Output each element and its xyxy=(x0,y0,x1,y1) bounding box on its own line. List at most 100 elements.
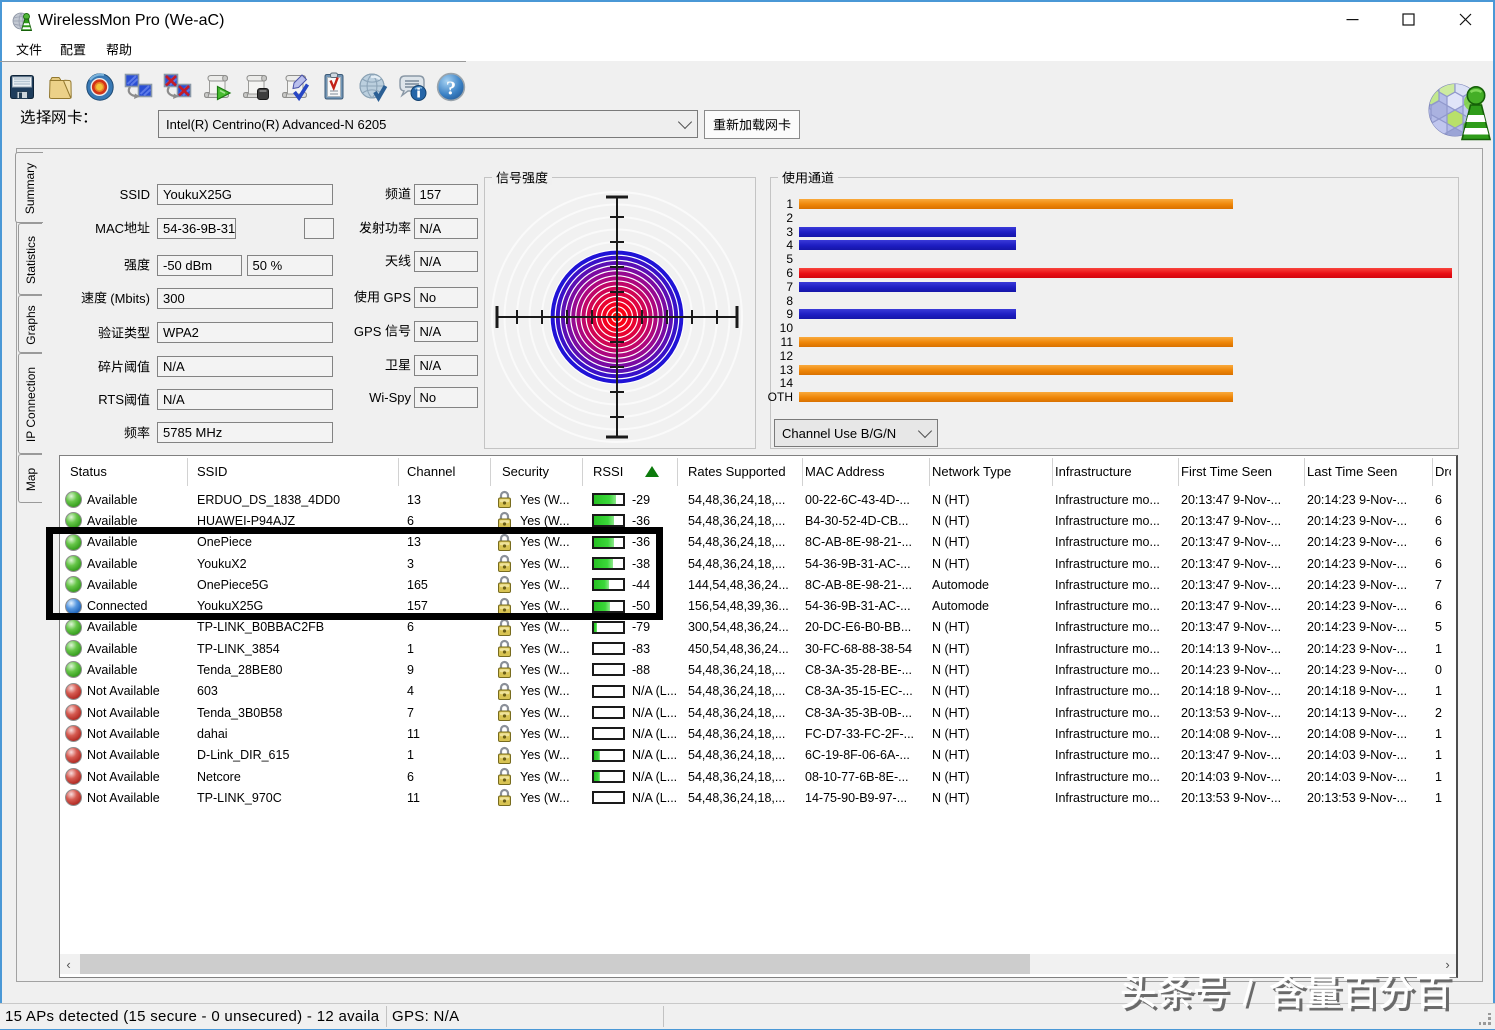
field-label xyxy=(280,358,411,373)
cell-network-type: N (HT) xyxy=(932,638,1050,659)
cell-infrastructure: Infrastructure mo... xyxy=(1055,638,1177,659)
cell-first-seen: 20:13:47 9-Nov-... xyxy=(1181,574,1303,595)
field-label: SSID xyxy=(20,187,150,202)
column-header-1[interactable]: SSID xyxy=(197,456,394,487)
table-row-ERDUO_DS_1838_4DD0[interactable]: Available ERDUO_DS_1838_4DD0 13 Yes (W..… xyxy=(60,489,1456,510)
cell-network-type: N (HT) xyxy=(932,553,1050,574)
cell-drops: 6 xyxy=(1435,553,1457,574)
cell-channel: 1 xyxy=(407,745,487,766)
minimize-button[interactable] xyxy=(1329,2,1375,36)
table-row-TP-LINK_970C[interactable]: Not Available TP-LINK_970C 11 Yes (W... … xyxy=(60,787,1456,808)
table-row-TP-LINK_3854[interactable]: Available TP-LINK_3854 1 Yes (W... -83 4… xyxy=(60,638,1456,659)
cell-rssi: N/A (L... xyxy=(632,681,688,702)
channel-label: 12 xyxy=(753,349,793,363)
adapter-select[interactable]: Intel(R) Centrino(R) Advanced-N 6205 xyxy=(158,110,698,138)
tab-map[interactable]: Map xyxy=(18,454,42,503)
menu-config[interactable] xyxy=(60,42,86,57)
toolbar-save-button[interactable] xyxy=(6,71,38,103)
open-icon xyxy=(45,71,77,103)
rssi-bar xyxy=(592,749,625,762)
column-header-6[interactable]: MAC Address xyxy=(805,456,925,487)
toolbar-check-button[interactable] xyxy=(279,71,311,103)
toolbar-graph2-button[interactable] xyxy=(162,71,194,103)
cell-drops: 1 xyxy=(1435,681,1457,702)
toolbar-help-button[interactable]: ? xyxy=(435,71,467,103)
cjk-glyph xyxy=(726,118,739,131)
cell-infrastructure: Infrastructure mo... xyxy=(1055,723,1177,744)
cjk-glyph xyxy=(398,324,411,337)
column-header-9[interactable]: First Time Seen xyxy=(1181,456,1300,487)
toolbar-stop-button[interactable] xyxy=(240,71,272,103)
resize-grip[interactable] xyxy=(1479,1013,1492,1026)
column-header-10[interactable]: Last Time Seen xyxy=(1307,456,1428,487)
cell-last-seen: 20:14:23 9-Nov-... xyxy=(1307,638,1431,659)
table-row-Tenda_28BE80[interactable]: Available Tenda_28BE80 9 Yes (W... -88 5… xyxy=(60,659,1456,680)
cell-ssid: Tenda_3B0B58 xyxy=(197,702,397,723)
cell-status: Not Available xyxy=(87,702,186,723)
cjk-glyph xyxy=(94,291,107,304)
save-icon xyxy=(6,71,38,103)
table-row-D-Link_DIR_615[interactable]: Not Available D-Link_DIR_615 1 Yes (W...… xyxy=(60,745,1456,766)
column-header-11[interactable]: Dro xyxy=(1435,456,1451,487)
channel-label: 14 xyxy=(753,376,793,390)
scrollbar-thumb[interactable] xyxy=(80,954,1030,974)
cell-channel: 4 xyxy=(407,681,487,702)
cell-network-type: N (HT) xyxy=(932,659,1050,680)
column-header-8[interactable]: Infrastructure xyxy=(1055,456,1174,487)
cjk-glyph xyxy=(372,221,385,234)
column-header-2[interactable]: Channel xyxy=(407,456,486,487)
column-header-5[interactable]: Rates Supported xyxy=(688,456,798,487)
channel-use-mode-select[interactable]: Channel Use B/G/N xyxy=(774,419,938,447)
table-row-603[interactable]: Not Available 603 4 Yes (W... N/A (L... … xyxy=(60,681,1456,702)
rssi-fill xyxy=(594,772,600,781)
cjk-glyph xyxy=(106,43,119,56)
table-row-Tenda_3B0B58[interactable]: Not Available Tenda_3B0B58 7 Yes (W... N… xyxy=(60,702,1456,723)
horizontal-scrollbar[interactable]: ‹ › xyxy=(60,954,1456,974)
toolbar-web-button[interactable] xyxy=(357,71,389,103)
cell-infrastructure: Infrastructure mo... xyxy=(1055,574,1177,595)
cjk-glyph xyxy=(765,118,778,131)
cell-channel: 6 xyxy=(407,766,487,787)
column-header-3[interactable]: Security xyxy=(502,456,578,487)
table-row-dahai[interactable]: Not Available dahai 11 Yes (W... N/A (L.… xyxy=(60,723,1456,744)
scroll-left-arrow[interactable]: ‹ xyxy=(60,954,77,974)
column-separator xyxy=(582,458,583,486)
field-label: (Mbits) xyxy=(20,291,150,306)
cell-rates: 54,48,36,24,18,... xyxy=(688,745,800,766)
cell-first-seen: 20:13:47 9-Nov-... xyxy=(1181,745,1303,766)
cell-mac: 00-22-6C-43-4D-... xyxy=(805,489,927,510)
column-header-7[interactable]: Network Type xyxy=(932,456,1048,487)
cell-network-type: Automode xyxy=(932,596,1050,617)
cjk-glyph xyxy=(398,221,411,234)
cell-mac: 6C-19-8F-06-6A-... xyxy=(805,745,927,766)
cell-infrastructure: Infrastructure mo... xyxy=(1055,745,1177,766)
toolbar-graph1-button[interactable] xyxy=(123,71,155,103)
menu-help[interactable] xyxy=(106,42,132,57)
toolbar-report-button[interactable] xyxy=(318,71,350,103)
channel-label: 9 xyxy=(753,307,793,321)
column-header-0[interactable]: Status xyxy=(70,456,183,487)
cjk-glyph xyxy=(98,360,111,373)
cell-security: Yes (W... xyxy=(520,489,582,510)
table-row-Netcore[interactable]: Not Available Netcore 6 Yes (W... N/A (L… xyxy=(60,766,1456,787)
channel-bar xyxy=(799,365,1233,375)
cell-mac: 8C-AB-8E-98-21-... xyxy=(805,574,927,595)
toolbar-play-button[interactable] xyxy=(201,71,233,103)
cjk-glyph xyxy=(137,258,150,271)
cell-network-type: Automode xyxy=(932,574,1050,595)
sort-ascending-icon xyxy=(645,466,659,477)
column-separator xyxy=(398,458,399,486)
column-header-4[interactable]: RSSI xyxy=(593,456,673,487)
scroll-right-arrow[interactable]: › xyxy=(1439,954,1456,974)
maximize-button[interactable] xyxy=(1385,2,1431,36)
cell-mac: 54-36-9B-31-AC-... xyxy=(805,553,927,574)
reload-adapter-button[interactable] xyxy=(704,110,800,139)
close-button[interactable] xyxy=(1442,2,1488,36)
toolbar-target-button[interactable] xyxy=(84,71,116,103)
toolbar-tips-button[interactable] xyxy=(396,71,428,103)
cjk-glyph xyxy=(795,171,808,184)
menu-file[interactable] xyxy=(16,42,42,57)
cell-rssi: N/A (L... xyxy=(632,787,688,808)
cell-last-seen: 20:14:08 9-Nov-... xyxy=(1307,723,1431,744)
toolbar-open-button[interactable] xyxy=(45,71,77,103)
